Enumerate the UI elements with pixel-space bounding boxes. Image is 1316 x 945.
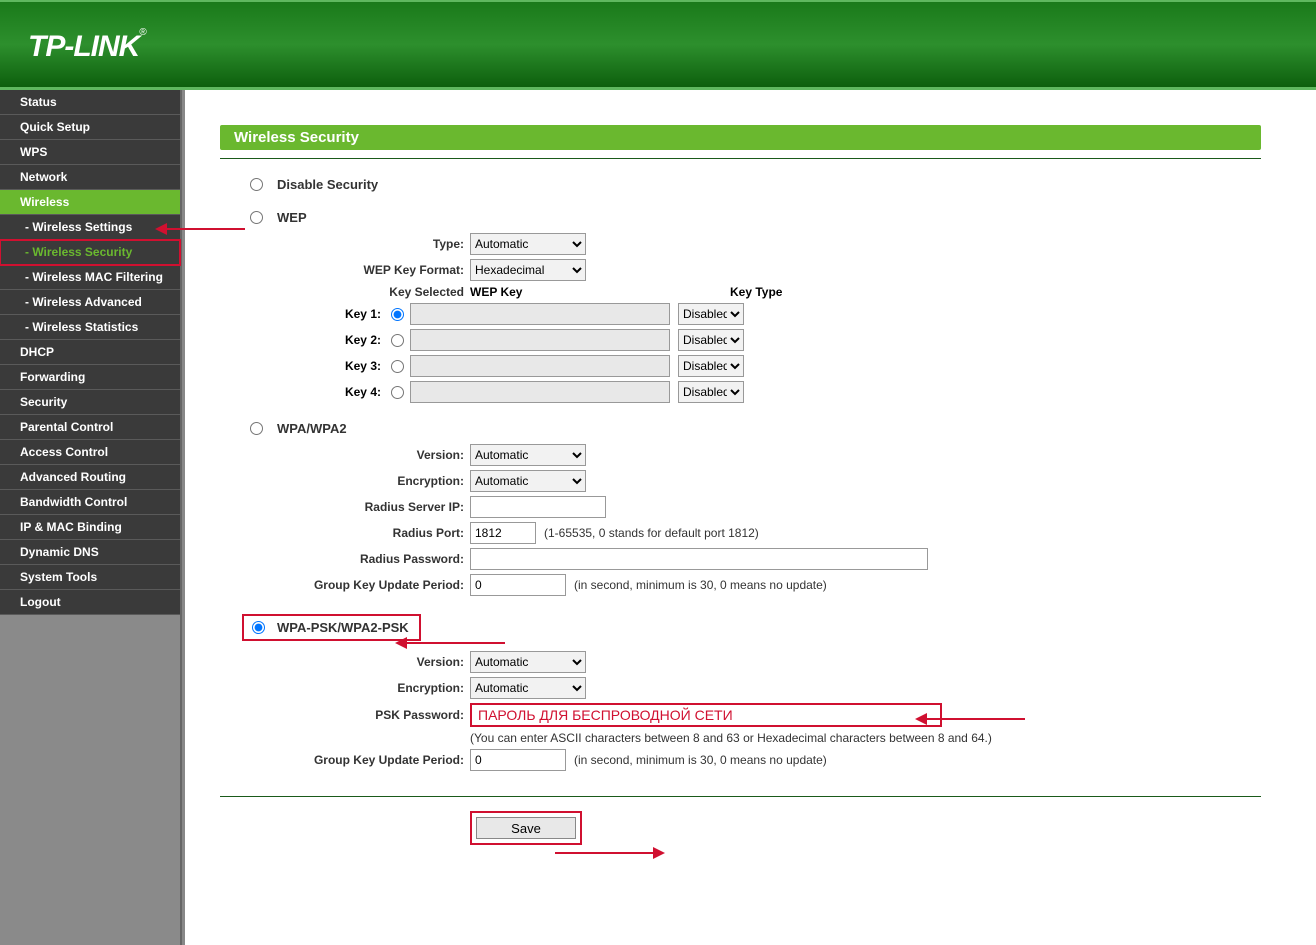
nav-dhcp[interactable]: DHCP xyxy=(0,340,180,365)
nav-wireless-advanced[interactable]: - Wireless Advanced xyxy=(0,290,180,315)
nav-wps[interactable]: WPS xyxy=(0,140,180,165)
wep-key-header: WEP Key xyxy=(470,285,730,299)
wpapsk-label: WPA-PSK/WPA2-PSK xyxy=(277,620,409,635)
divider xyxy=(220,796,1261,797)
wep-format-select[interactable]: Hexadecimal xyxy=(470,259,586,281)
wep-key1-radio[interactable] xyxy=(391,308,404,321)
wpapsk-version-label: Version: xyxy=(220,655,470,669)
key-type-header: Key Type xyxy=(730,285,810,299)
pointer-arrow-icon xyxy=(555,852,655,854)
wpa-gkup-hint: (in second, minimum is 30, 0 means no up… xyxy=(574,578,827,592)
wpa-gkup-input[interactable] xyxy=(470,574,566,596)
wep-type-select[interactable]: Automatic xyxy=(470,233,586,255)
wep-key4-radio[interactable] xyxy=(391,386,404,399)
nav-wireless-statistics[interactable]: - Wireless Statistics xyxy=(0,315,180,340)
psk-password-input[interactable] xyxy=(470,703,942,727)
nav-forwarding[interactable]: Forwarding xyxy=(0,365,180,390)
wep-label: WEP xyxy=(277,210,307,225)
radius-password-input[interactable] xyxy=(470,548,928,570)
radius-ip-label: Radius Server IP: xyxy=(220,500,470,514)
nav-wireless-mac-filtering[interactable]: - Wireless MAC Filtering xyxy=(0,265,180,290)
wpa-label: WPA/WPA2 xyxy=(277,421,347,436)
page-title: Wireless Security xyxy=(220,125,1261,150)
nav-system-tools[interactable]: System Tools xyxy=(0,565,180,590)
wpa-encryption-label: Encryption: xyxy=(220,474,470,488)
wpa-version-label: Version: xyxy=(220,448,470,462)
nav-security[interactable]: Security xyxy=(0,390,180,415)
wep-key2-radio[interactable] xyxy=(391,334,404,347)
wep-key1-type-select[interactable]: Disabled xyxy=(678,303,744,325)
wep-format-label: WEP Key Format: xyxy=(220,263,470,277)
wep-key2-type-select[interactable]: Disabled xyxy=(678,329,744,351)
psk-password-hint: (You can enter ASCII characters between … xyxy=(470,731,992,745)
nav-advanced-routing[interactable]: Advanced Routing xyxy=(0,465,180,490)
wpapsk-encryption-label: Encryption: xyxy=(220,681,470,695)
radius-port-hint: (1-65535, 0 stands for default port 1812… xyxy=(544,526,759,540)
wpapsk-highlight: WPA-PSK/WPA2-PSK xyxy=(242,614,421,641)
divider xyxy=(220,158,1261,159)
radio-wep[interactable] xyxy=(250,211,263,224)
radius-ip-input[interactable] xyxy=(470,496,606,518)
content-area: Wireless Security Disable Security WEP T… xyxy=(182,90,1316,945)
nav-access-control[interactable]: Access Control xyxy=(0,440,180,465)
wep-key3-radio[interactable] xyxy=(391,360,404,373)
wep-key3-input[interactable] xyxy=(410,355,670,377)
nav-wireless[interactable]: Wireless xyxy=(0,190,180,215)
wep-key4-label: Key 4: xyxy=(345,385,381,399)
wpapsk-gkup-input[interactable] xyxy=(470,749,566,771)
wep-key2-label: Key 2: xyxy=(345,333,381,347)
wep-key4-input[interactable] xyxy=(410,381,670,403)
nav-wireless-settings[interactable]: - Wireless Settings xyxy=(0,215,180,240)
disable-security-label: Disable Security xyxy=(277,177,378,192)
wep-key3-label: Key 3: xyxy=(345,359,381,373)
wpa-encryption-select[interactable]: Automatic xyxy=(470,470,586,492)
wpapsk-version-select[interactable]: Automatic xyxy=(470,651,586,673)
header: TP-LINK® xyxy=(0,0,1316,90)
psk-password-label: PSK Password: xyxy=(220,708,470,722)
wep-key4-type-select[interactable]: Disabled xyxy=(678,381,744,403)
wep-type-label: Type: xyxy=(220,237,470,251)
radio-disable-security[interactable] xyxy=(250,178,263,191)
nav-bandwidth-control[interactable]: Bandwidth Control xyxy=(0,490,180,515)
radius-port-label: Radius Port: xyxy=(220,526,470,540)
radio-wpa[interactable] xyxy=(250,422,263,435)
radius-port-input[interactable] xyxy=(470,522,536,544)
wep-key1-input[interactable] xyxy=(410,303,670,325)
nav-parental-control[interactable]: Parental Control xyxy=(0,415,180,440)
pointer-arrow-icon xyxy=(925,718,1025,720)
sidebar: Status Quick Setup WPS Network Wireless … xyxy=(0,90,182,945)
nav-network[interactable]: Network xyxy=(0,165,180,190)
pointer-arrow-icon xyxy=(165,228,245,230)
pointer-arrow-icon xyxy=(405,642,505,644)
wpapsk-gkup-label: Group Key Update Period: xyxy=(220,753,470,767)
wpa-version-select[interactable]: Automatic xyxy=(470,444,586,466)
nav-dynamic-dns[interactable]: Dynamic DNS xyxy=(0,540,180,565)
save-button[interactable]: Save xyxy=(476,817,576,839)
radio-wpapsk[interactable] xyxy=(252,621,265,634)
radius-password-label: Radius Password: xyxy=(220,552,470,566)
nav-ip-mac-binding[interactable]: IP & MAC Binding xyxy=(0,515,180,540)
wpa-gkup-label: Group Key Update Period: xyxy=(220,578,470,592)
nav-wireless-security[interactable]: - Wireless Security xyxy=(0,240,180,265)
wep-key2-input[interactable] xyxy=(410,329,670,351)
wep-key1-label: Key 1: xyxy=(345,307,381,321)
nav-status[interactable]: Status xyxy=(0,90,180,115)
nav-quick-setup[interactable]: Quick Setup xyxy=(0,115,180,140)
brand-logo: TP-LINK® xyxy=(28,30,1316,64)
wpapsk-encryption-select[interactable]: Automatic xyxy=(470,677,586,699)
save-highlight: Save xyxy=(470,811,582,845)
wep-key3-type-select[interactable]: Disabled xyxy=(678,355,744,377)
wpapsk-gkup-hint: (in second, minimum is 30, 0 means no up… xyxy=(574,753,827,767)
nav-logout[interactable]: Logout xyxy=(0,590,180,615)
key-selected-header: Key Selected xyxy=(220,285,470,299)
